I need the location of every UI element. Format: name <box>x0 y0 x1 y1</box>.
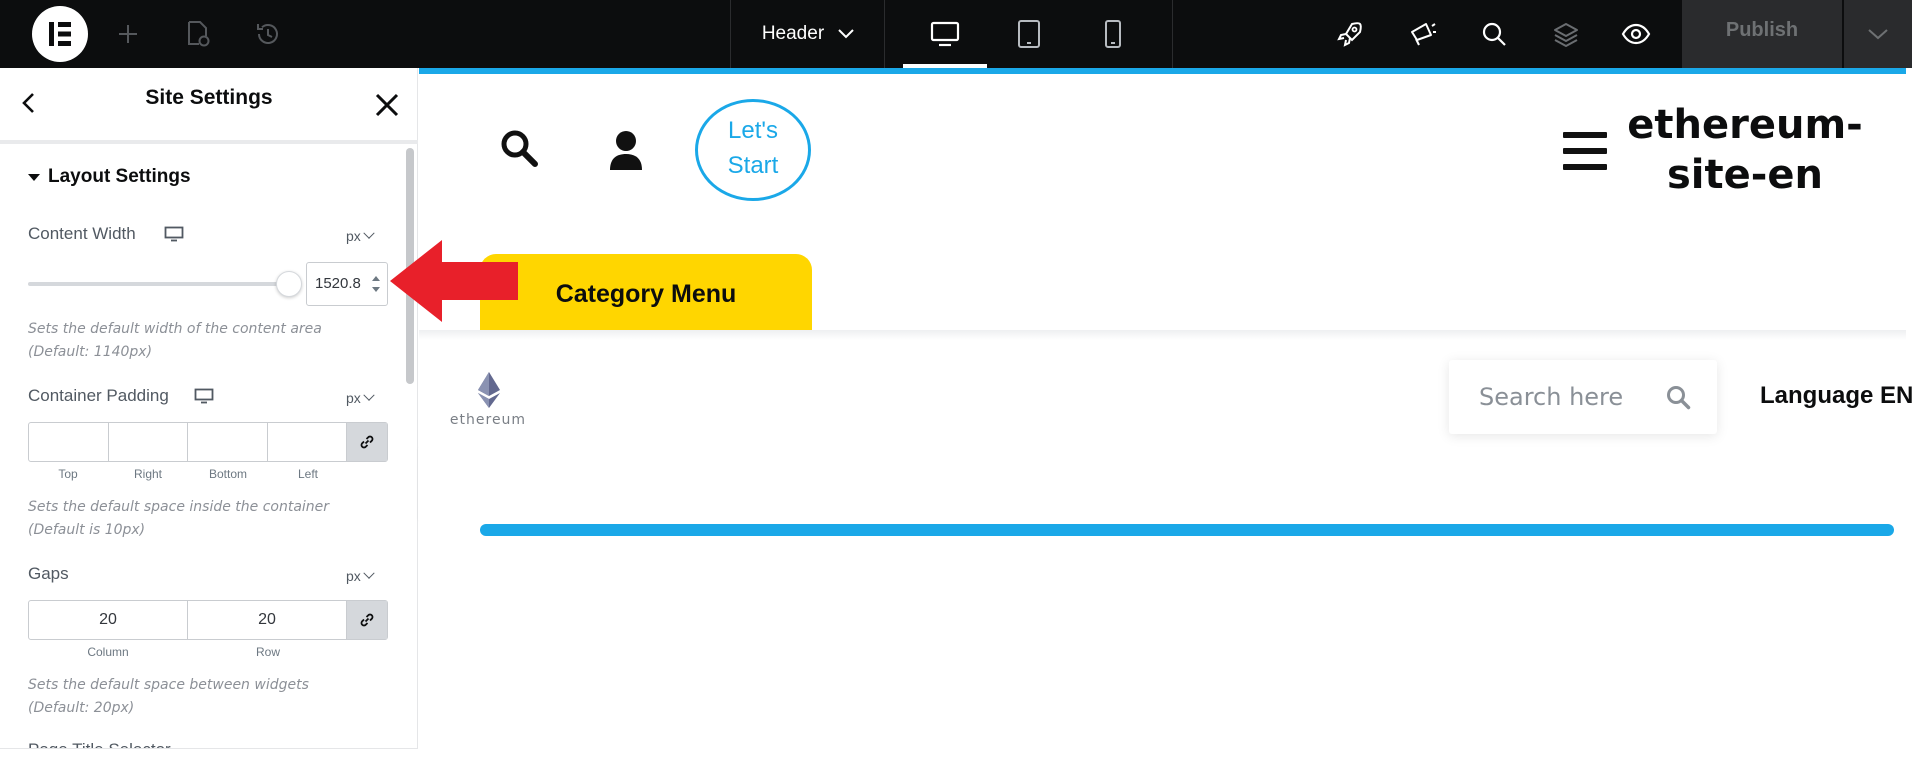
divider <box>1172 0 1173 68</box>
desktop-icon[interactable] <box>164 226 184 242</box>
lets-start-line2: Start <box>727 152 779 179</box>
close-icon[interactable] <box>374 92 400 118</box>
unit-label: px <box>346 228 361 244</box>
canvas-preview: Let's Start ethereum- site-en Category M… <box>419 68 1912 782</box>
chevron-down-icon <box>838 29 854 39</box>
category-menu-button[interactable]: Category Menu <box>480 254 812 330</box>
divider <box>0 140 418 144</box>
language-selector[interactable]: Language EN <box>1760 382 1912 410</box>
container-padding-inputs <box>28 422 388 462</box>
link-values-button[interactable] <box>347 423 387 461</box>
search-icon[interactable] <box>1478 18 1510 50</box>
page-title-selector-label: Page Title Selector <box>28 740 171 748</box>
search-icon[interactable] <box>499 128 539 168</box>
divider <box>884 0 885 68</box>
ethereum-logo[interactable] <box>445 370 533 440</box>
chevron-down-icon <box>1868 29 1888 40</box>
dim-label: Bottom <box>208 467 247 481</box>
layers-icon[interactable] <box>1550 18 1582 50</box>
panel-title: Site Settings <box>145 86 273 109</box>
chevron-down-icon <box>363 389 375 401</box>
annotation-arrow-icon <box>390 240 518 322</box>
dim-label: Left <box>297 467 318 481</box>
panel-footer <box>0 748 418 782</box>
content-width-slider-track[interactable] <box>28 282 290 286</box>
divider <box>730 0 731 68</box>
container-padding-description: Sets the default space inside the contai… <box>28 499 330 538</box>
gaps-label: Gaps <box>28 564 69 583</box>
site-title-line1: ethereum- <box>1627 102 1863 148</box>
search-placeholder: Search here <box>1479 383 1624 411</box>
site-title[interactable]: ethereum- site-en <box>1615 100 1875 200</box>
unit-selector[interactable]: px <box>346 389 375 406</box>
padding-right-input[interactable] <box>109 423 188 461</box>
unit-label: px <box>346 568 361 584</box>
gap-row-input[interactable]: 20 <box>188 601 347 639</box>
padding-top-input[interactable] <box>29 423 109 461</box>
dim-label: Column <box>87 645 129 659</box>
editor-top-bar: Header Publish <box>0 0 1912 68</box>
elementor-logo-icon[interactable] <box>32 6 88 62</box>
header-dropdown-label: Header <box>761 23 825 44</box>
unit-selector[interactable]: px <box>346 227 375 244</box>
gaps-description: Sets the default space between widgets (… <box>28 677 309 716</box>
eye-icon[interactable] <box>1620 18 1652 50</box>
header-top-border <box>419 68 1906 74</box>
link-values-button[interactable] <box>347 601 387 639</box>
content-width-description: Sets the default width of the content ar… <box>28 321 322 360</box>
section-title: Layout Settings <box>48 166 191 187</box>
panel-header: Layout Settings Site Settings <box>0 68 418 142</box>
desktop-icon[interactable] <box>194 388 214 404</box>
dim-label: Right <box>133 467 162 481</box>
link-icon <box>360 613 374 627</box>
search-input[interactable]: Search here <box>1449 360 1717 434</box>
site-title-line2: site-en <box>1667 152 1823 198</box>
hamburger-menu-icon[interactable] <box>1563 132 1607 170</box>
container-padding-label: Container Padding <box>28 386 169 405</box>
content-width-slider-thumb[interactable] <box>276 271 302 297</box>
content-width-input[interactable]: 1520.8 <box>306 262 388 306</box>
unit-label: px <box>346 390 361 406</box>
divider-bar <box>480 524 1894 536</box>
gap-column-input[interactable]: 20 <box>29 601 188 639</box>
dim-label: Top <box>58 467 78 481</box>
history-icon[interactable] <box>252 18 284 50</box>
logo-wordmark: ethereum <box>449 412 527 428</box>
rocket-icon[interactable] <box>1334 18 1366 50</box>
publish-button[interactable]: Publish <box>1682 0 1842 68</box>
spinner-arrows-icon[interactable] <box>371 273 381 295</box>
unit-selector[interactable]: px <box>346 567 375 584</box>
content-width-label: Content Width <box>28 224 136 243</box>
ethereum-diamond-icon <box>478 372 500 408</box>
chevron-down-icon <box>363 567 375 579</box>
layout-settings-section-toggle[interactable]: Layout Settings <box>28 166 191 188</box>
link-icon <box>360 435 374 449</box>
padding-left-input[interactable] <box>268 423 347 461</box>
megaphone-icon[interactable] <box>1406 18 1438 50</box>
mobile-icon[interactable] <box>1097 18 1129 50</box>
page-settings-icon[interactable] <box>182 18 214 50</box>
padding-labels: Top Right Bottom Left <box>28 467 348 481</box>
content-width-value: 1520.8 <box>315 275 361 292</box>
plus-icon[interactable] <box>112 18 144 50</box>
lets-start-button[interactable]: Let's Start <box>695 99 811 201</box>
site-settings-panel: Layout Settings Site Settings Layout Set… <box>0 68 418 782</box>
search-icon[interactable] <box>1665 384 1691 410</box>
tablet-icon[interactable] <box>1013 18 1045 50</box>
gap-labels: Column Row <box>28 645 348 659</box>
publish-options-dropdown[interactable] <box>1844 0 1912 68</box>
user-icon[interactable] <box>609 130 643 170</box>
dim-label: Row <box>255 645 280 659</box>
caret-down-icon <box>28 173 40 181</box>
header-template-dropdown[interactable]: Header <box>732 0 884 68</box>
desktop-icon[interactable] <box>929 18 961 50</box>
lets-start-line1: Let's <box>728 117 778 144</box>
chevron-down-icon <box>363 227 375 239</box>
padding-bottom-input[interactable] <box>188 423 268 461</box>
section-shadow <box>419 330 1906 340</box>
gaps-inputs: 20 20 <box>28 600 388 640</box>
